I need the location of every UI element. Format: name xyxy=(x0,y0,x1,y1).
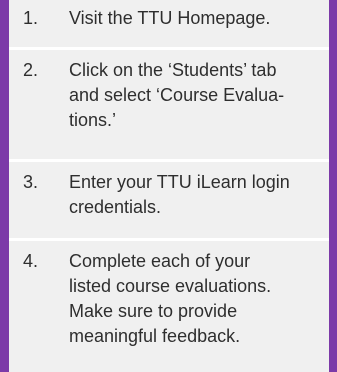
step-text: Click on the ‘Students’ tab and select ‘… xyxy=(69,60,285,130)
steps-list: 1. Visit the TTU Homepage. 2. Click on t… xyxy=(9,0,329,372)
step-item-3: 3. Enter your TTU iLearn login credentia… xyxy=(9,159,329,238)
step-item-2: 2. Click on the ‘Students’ tab and selec… xyxy=(9,47,329,159)
step-item-4: 4. Complete each of your listed course e… xyxy=(9,238,329,372)
step-item-1: 1. Visit the TTU Homepage. xyxy=(9,0,329,47)
step-number: 4. xyxy=(23,251,39,271)
instructions-panel: 1. Visit the TTU Homepage. 2. Click on t… xyxy=(0,0,337,372)
step-text: Visit the TTU Homepage. xyxy=(69,8,271,28)
step-number: 2. xyxy=(23,60,39,80)
step-text: Enter your TTU iLearn login credentials. xyxy=(69,172,290,217)
step-number: 1. xyxy=(23,8,39,28)
step-number: 3. xyxy=(23,172,39,192)
step-text: Complete each of your listed course eval… xyxy=(69,251,272,346)
